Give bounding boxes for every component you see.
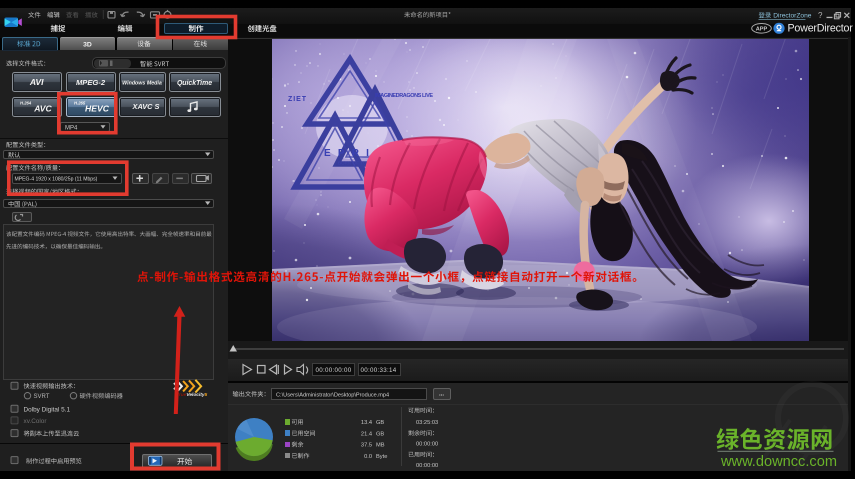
svg-text:00:00:00: 00:00:00: [416, 463, 438, 469]
svg-text:H.264: H.264: [20, 101, 32, 106]
svg-text:?: ?: [818, 11, 823, 20]
svg-text:QuickTime: QuickTime: [177, 80, 212, 87]
svg-text:13.4: 13.4: [361, 420, 372, 426]
svg-text:AVC: AVC: [33, 104, 52, 114]
svg-text:GB: GB: [376, 431, 384, 437]
svg-text:TrueVelocity5: TrueVelocity5: [176, 392, 208, 398]
svg-text:xv.Color: xv.Color: [24, 418, 48, 425]
svg-text:3D: 3D: [83, 41, 92, 48]
svg-text:MB: MB: [376, 443, 385, 449]
svg-text:DirectorZone: DirectorZone: [773, 13, 811, 20]
svg-text:...: ...: [439, 392, 444, 398]
svg-text:APP: APP: [756, 26, 768, 32]
svg-text:0.0: 0.0: [364, 454, 372, 460]
svg-text:Dolby Digital 5.1: Dolby Digital 5.1: [24, 406, 71, 413]
svg-text:03:25:03: 03:25:03: [416, 420, 438, 426]
svg-text:MPEG-4 1920 x 1080/25p (11 Mbp: MPEG-4 1920 x 1080/25p (11 Mbps): [15, 177, 98, 183]
svg-text:21.4: 21.4: [361, 431, 372, 437]
svg-text:00:00:00:00: 00:00:00:00: [316, 367, 352, 374]
svg-text:AVI: AVI: [29, 77, 44, 87]
svg-text:MP4: MP4: [65, 125, 78, 131]
svg-text:PowerDirector: PowerDirector: [788, 22, 854, 34]
svg-text:00:00:00: 00:00:00: [416, 442, 438, 448]
svg-text:C:\Users\Administrator\Desktop: C:\Users\Administrator\Desktop\Produce.m…: [276, 392, 389, 398]
svg-text:37.5: 37.5: [361, 443, 372, 449]
svg-text:SVRT: SVRT: [34, 394, 50, 400]
svg-text:HEVC: HEVC: [85, 104, 110, 114]
svg-text:Windows Media: Windows Media: [122, 81, 162, 87]
svg-text:MPEG-2: MPEG-2: [76, 78, 106, 87]
svg-text:00:00:33:14: 00:00:33:14: [361, 367, 397, 374]
svg-text:XAVC S: XAVC S: [132, 102, 160, 111]
svg-text:Byte: Byte: [376, 454, 387, 460]
svg-text:www.downcc.com: www.downcc.com: [720, 454, 837, 470]
svg-text:GB: GB: [376, 420, 384, 426]
